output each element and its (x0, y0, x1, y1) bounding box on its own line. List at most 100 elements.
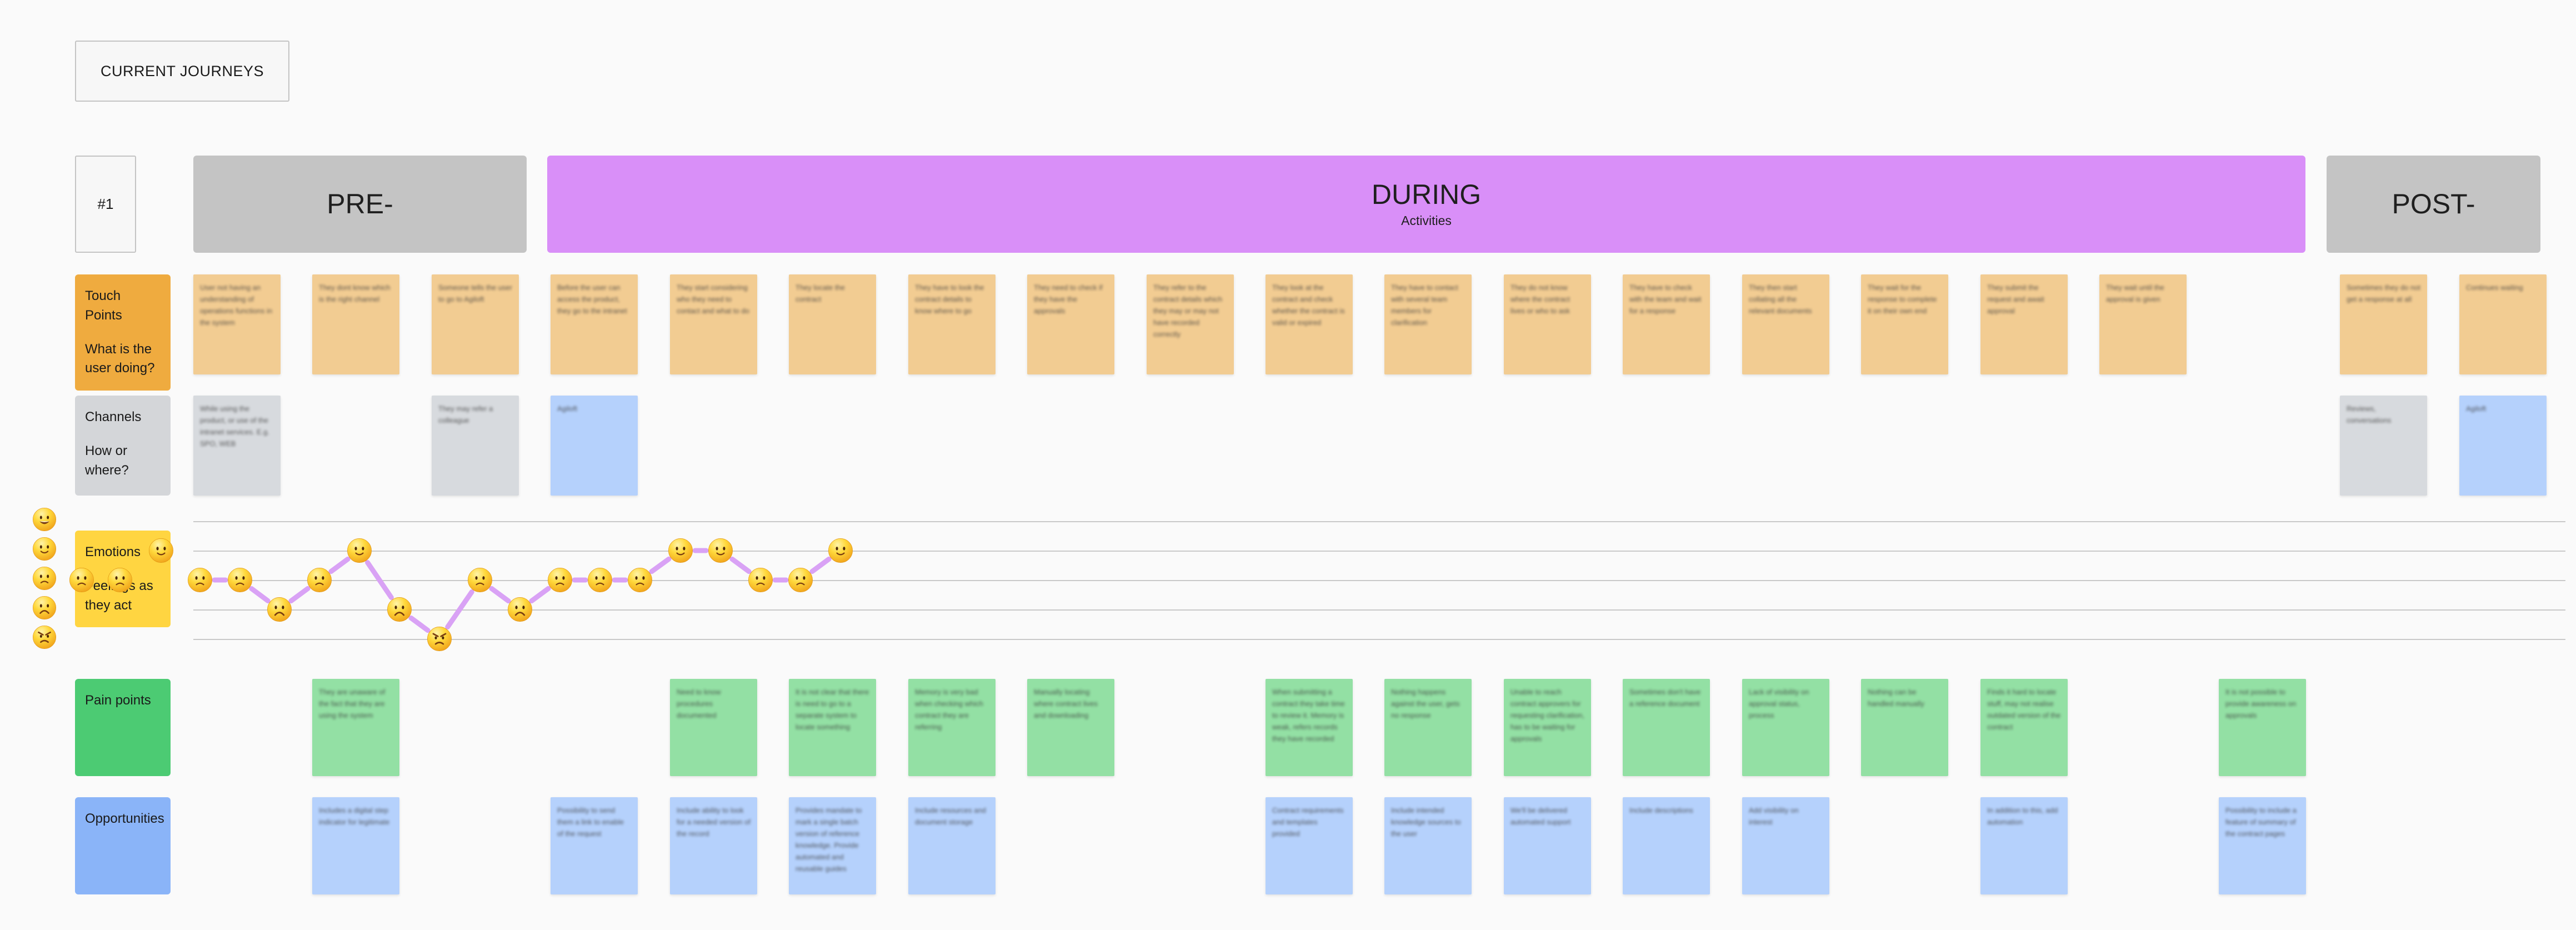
row-label-touchpoints[interactable]: Touch Points What is the user doing? (75, 274, 171, 391)
emotion-point-slightly-smiling-face-icon[interactable] (668, 538, 693, 563)
channel-note[interactable]: Reviews, conversations (2340, 396, 2427, 496)
painpoint-note[interactable]: When submitting a contract they take tim… (1266, 679, 1353, 776)
painpoint-note[interactable]: Manually locating where contract lives a… (1027, 679, 1114, 776)
touchpoint-note[interactable]: They have to look the contract details t… (908, 274, 996, 374)
sticky-note-text: Include intended knowledge sources to th… (1391, 806, 1461, 838)
emotion-point-slightly-frowning-face-icon[interactable] (187, 567, 213, 593)
painpoint-note[interactable]: Finds it hard to locate stuff, may not r… (1980, 679, 2068, 776)
touchpoint-note[interactable]: User not having an understanding of oper… (193, 274, 281, 374)
emotion-point-slightly-frowning-face-icon[interactable] (587, 567, 613, 593)
sticky-note-text: They locate the contract (796, 283, 845, 304)
touchpoint-note[interactable]: Someone tells the user to go to Agiloft (432, 274, 519, 374)
emotion-line-segment (445, 589, 474, 630)
sticky-note-text: Unable to reach contract approvers for r… (1510, 688, 1584, 743)
sticky-note-text: They have to contact with several team m… (1391, 283, 1458, 327)
emotion-point-frowning-face-icon[interactable] (267, 597, 292, 622)
touchpoint-note[interactable]: They do not know where the contract live… (1504, 274, 1591, 374)
painpoint-note[interactable]: Lack of visibility on approval status, p… (1742, 679, 1829, 776)
painpoint-note[interactable]: Memory is very bad when checking which c… (908, 679, 996, 776)
channel-note[interactable]: They may refer a colleague (432, 396, 519, 496)
emotion-point-slightly-smiling-face-icon[interactable] (347, 538, 372, 563)
opportunity-note[interactable]: We'll be delivered automated support (1504, 797, 1591, 894)
touchpoint-note[interactable]: They wait until the approval is given (2099, 274, 2187, 374)
touchpoint-note[interactable]: They need to check if they have the appr… (1027, 274, 1114, 374)
channel-note[interactable]: Agiloft (2459, 396, 2547, 496)
touchpoint-note[interactable]: Continues waiting (2459, 274, 2547, 374)
touchpoint-note[interactable]: They then start collating all the releva… (1742, 274, 1829, 374)
sticky-note-text: Someone tells the user to go to Agiloft (438, 283, 512, 304)
phase-subtitle: Activities (1401, 213, 1452, 228)
touchpoint-note[interactable]: They look at the contract and check whet… (1266, 274, 1353, 374)
journey-index-card[interactable]: #1 (75, 156, 136, 253)
opportunity-note[interactable]: Include resources and document storage (908, 797, 996, 894)
row-label-channels[interactable]: Channels How or where? (75, 396, 171, 496)
sticky-note-text: Reviews, conversations (2347, 404, 2392, 425)
sticky-note-text: Provides mandate to mark a single batch … (796, 806, 862, 873)
opportunity-note[interactable]: Includes a digital step indicator for le… (312, 797, 399, 894)
channel-note[interactable]: Agiloft (551, 396, 638, 496)
touchpoint-note[interactable]: Sometimes they do not get a response at … (2340, 274, 2427, 374)
painpoint-note[interactable]: Nothing happens against the user, gets n… (1384, 679, 1472, 776)
opportunity-note[interactable]: Possibility to send them a link to enabl… (551, 797, 638, 894)
emotion-line-segment (328, 556, 351, 574)
touchpoint-note[interactable]: They wait for the response to complete i… (1861, 274, 1948, 374)
phase-header-during[interactable]: DURING Activities (547, 156, 2305, 253)
row-label-painpoints[interactable]: Pain points (75, 679, 171, 776)
touchpoint-note[interactable]: They start considering who they need to … (670, 274, 757, 374)
opportunity-note[interactable]: Add visibility on interest (1742, 797, 1829, 894)
touchpoint-note[interactable]: They dont know which is the right channe… (312, 274, 399, 374)
sticky-note-text: They look at the contract and check whet… (1272, 283, 1345, 327)
sticky-note-text: Nothing happens against the user, gets n… (1391, 688, 1460, 720)
row-label-title: Opportunities (85, 811, 164, 826)
phase-title: PRE- (327, 188, 393, 220)
row-label-opportunities[interactable]: Opportunities (75, 797, 171, 894)
emotion-point-slightly-smiling-face-icon[interactable] (148, 538, 174, 563)
touchpoint-note[interactable]: They locate the contract (789, 274, 876, 374)
painpoint-note[interactable]: It is not clear that there is need to go… (789, 679, 876, 776)
emotion-point-frowning-face-icon[interactable] (507, 597, 533, 622)
sticky-note-text: They may refer a colleague (438, 404, 493, 425)
phase-header-post[interactable]: POST- (2327, 156, 2540, 253)
touchpoint-note[interactable]: They refer to the contract details which… (1147, 274, 1234, 374)
emotion-point-slightly-frowning-face-icon[interactable] (107, 567, 133, 593)
emotion-point-slightly-frowning-face-icon[interactable] (467, 567, 493, 593)
opportunity-note[interactable]: Include ability to look for a needed ver… (670, 797, 757, 894)
emotion-point-slightly-frowning-face-icon[interactable] (69, 567, 94, 593)
emotion-point-slightly-smiling-face-icon[interactable] (828, 538, 853, 563)
touchpoint-note[interactable]: Before the user can access the product, … (551, 274, 638, 374)
emotion-point-slightly-frowning-face-icon[interactable] (748, 567, 773, 593)
phase-header-pre[interactable]: PRE- (193, 156, 527, 253)
emotion-point-slightly-frowning-face-icon[interactable] (627, 567, 653, 593)
emotion-point-slightly-frowning-face-icon[interactable] (788, 567, 813, 593)
opportunity-note[interactable]: Include intended knowledge sources to th… (1384, 797, 1472, 894)
opportunity-note[interactable]: Contract requirements and templates prov… (1266, 797, 1353, 894)
sticky-note-text: Add visibility on interest (1749, 806, 1799, 827)
emotion-point-angry-face-icon[interactable] (427, 626, 452, 652)
painpoint-note[interactable]: It is not possible to provide awareness … (2219, 679, 2306, 776)
channel-note[interactable]: While using the product, or use of the i… (193, 396, 281, 496)
sticky-note-text: They wait until the approval is given (2106, 283, 2164, 304)
sticky-note-text: It is not clear that there is need to go… (796, 688, 869, 732)
emotion-point-slightly-frowning-face-icon[interactable] (227, 567, 253, 593)
emotion-point-frowning-face-icon[interactable] (387, 597, 412, 622)
sticky-note-text: When submitting a contract they take tim… (1272, 688, 1345, 743)
painpoint-note[interactable]: Unable to reach contract approvers for r… (1504, 679, 1591, 776)
painpoint-note[interactable]: They are unaware of the fact that they a… (312, 679, 399, 776)
painpoint-note[interactable]: Need to know procedures documented (670, 679, 757, 776)
opportunity-note[interactable]: Provides mandate to mark a single batch … (789, 797, 876, 894)
painpoint-note[interactable]: Nothing can be handled manually (1861, 679, 1948, 776)
opportunity-note[interactable]: In addition to this, add automation (1980, 797, 2068, 894)
painpoint-note[interactable]: Sometimes don't have a reference documen… (1623, 679, 1710, 776)
touchpoint-note[interactable]: They submit the request and await approv… (1980, 274, 2068, 374)
sticky-note-text: They need to check if they have the appr… (1034, 283, 1103, 316)
emotion-point-slightly-smiling-face-icon[interactable] (708, 538, 733, 563)
touchpoint-note[interactable]: They have to contact with several team m… (1384, 274, 1472, 374)
emotion-point-slightly-frowning-face-icon[interactable] (307, 567, 332, 593)
emotion-line-segment (288, 586, 311, 604)
opportunity-note[interactable]: Include descriptions (1623, 797, 1710, 894)
emotion-point-slightly-frowning-face-icon[interactable] (547, 567, 573, 593)
sticky-note-text: Contract requirements and templates prov… (1272, 806, 1344, 838)
touchpoint-note[interactable]: They have to check with the team and wai… (1623, 274, 1710, 374)
board-title-card[interactable]: CURRENT JOURNEYS (75, 41, 289, 102)
opportunity-note[interactable]: Possibility to include a feature of summ… (2219, 797, 2306, 894)
